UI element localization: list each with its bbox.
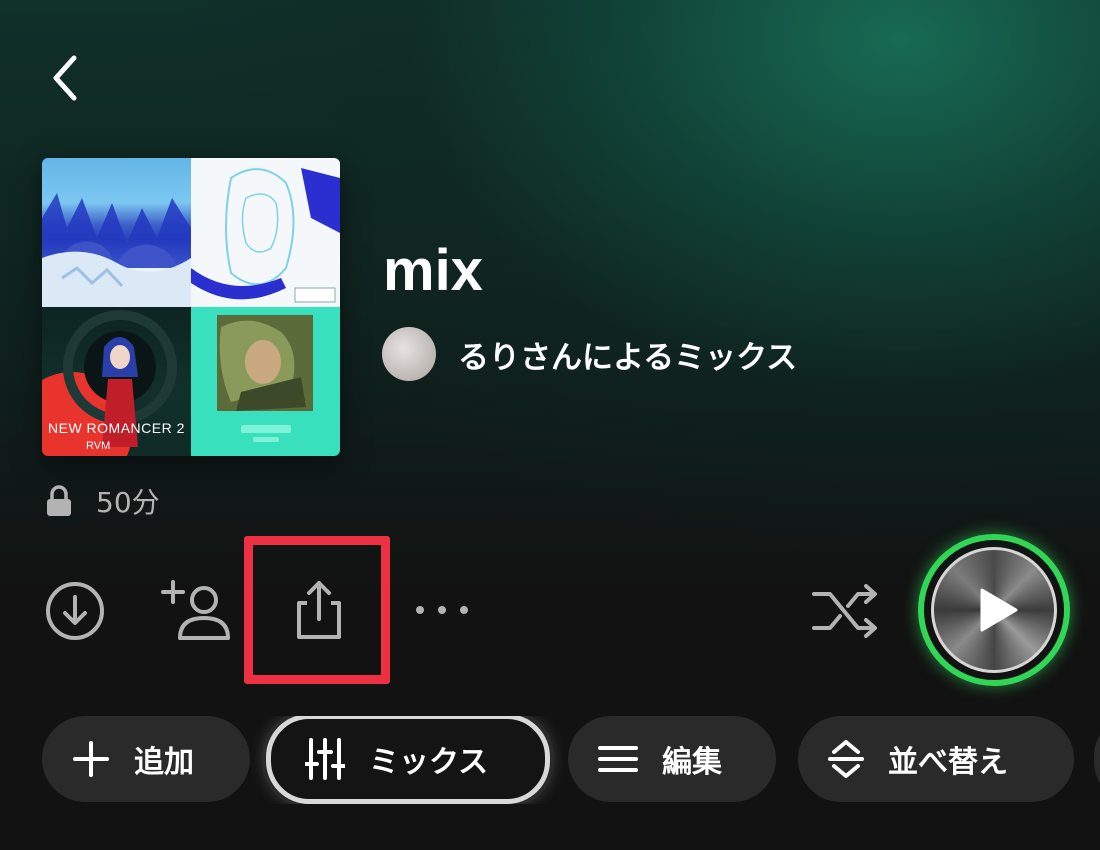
mix-chip[interactable]: ミックス: [266, 716, 550, 804]
cover-tile-3-caption: NEW ROMANCER 2: [48, 420, 185, 436]
play-button-face: [931, 547, 1057, 673]
chevron-left-icon: [53, 55, 77, 101]
playlist-meta: 50分: [44, 482, 160, 520]
edit-chip[interactable]: 編集: [568, 716, 776, 802]
plus-icon: [72, 740, 110, 778]
shuffle-button[interactable]: [808, 580, 884, 642]
cover-tile-album-2: [191, 158, 340, 307]
play-button[interactable]: [918, 534, 1070, 686]
mix-chip-label: ミックス: [369, 745, 489, 780]
sort-chip-label: 並べ替え: [888, 745, 1008, 780]
more-horizontal-icon: [416, 606, 468, 614]
sort-chip[interactable]: 並べ替え: [798, 716, 1074, 802]
download-circle-icon: [46, 582, 104, 640]
playlist-cover-mosaic: NEW ROMANCER 2 RVM: [42, 158, 340, 456]
playlist-duration: 50分: [96, 486, 160, 519]
owner-text: るりさんによるミックス: [458, 339, 798, 376]
filter-chip-row: 追加 ミックス 編集 並べ替え: [42, 716, 1100, 804]
cover-tile-album-3: NEW ROMANCER 2 RVM: [42, 307, 191, 456]
playlist-title: mix: [383, 238, 483, 303]
edit-chip-label: 編集: [662, 745, 722, 780]
add-chip-label: 追加: [134, 745, 194, 780]
cover-tile-3-subcaption: RVM: [86, 440, 111, 452]
lock-icon: [44, 484, 74, 518]
more-options-button[interactable]: [410, 590, 474, 630]
owner-avatar[interactable]: [382, 327, 436, 381]
back-button[interactable]: [40, 52, 92, 104]
cover-tile-album-1: [42, 158, 191, 307]
shuffle-icon: [812, 584, 877, 638]
add-collaborator-button[interactable]: [160, 578, 232, 644]
cover-tile-album-4: [191, 307, 340, 456]
share-highlight-box: [244, 536, 390, 684]
play-icon: [980, 588, 1018, 632]
sort-icon: [828, 738, 864, 780]
sliders-icon: [305, 738, 345, 780]
more-chip-partial[interactable]: [1094, 716, 1100, 802]
add-user-icon: [161, 580, 230, 640]
playlist-owner[interactable]: るりさんによるミックス: [382, 326, 797, 382]
menu-lines-icon: [598, 744, 638, 774]
add-chip[interactable]: 追加: [42, 716, 250, 802]
download-button[interactable]: [44, 580, 106, 642]
